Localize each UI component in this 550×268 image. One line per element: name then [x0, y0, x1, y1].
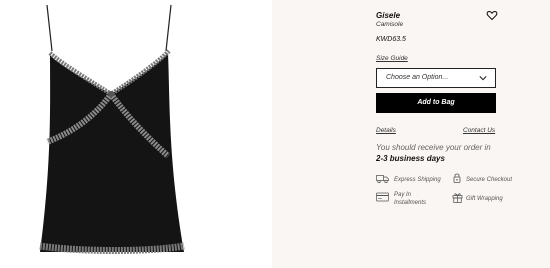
express-shipping-label: Express Shipping — [394, 177, 441, 183]
contact-us-link[interactable]: Contact Us — [463, 127, 495, 134]
pay-label-line2: Installments — [394, 200, 427, 206]
product-image-panel — [0, 0, 272, 268]
delivery-time: 2-3 business days — [376, 154, 445, 163]
secure-checkout-label: Secure Checkout — [466, 177, 513, 183]
product-price: KWD63.5 — [376, 36, 406, 43]
product-type: Camisole — [376, 21, 404, 28]
pay-in-installments-label: Pay In Installments — [394, 191, 426, 207]
product-info-panel: Gisele Camisole KWD63.5 Size Guide Choos… — [272, 0, 550, 268]
option-select[interactable]: Choose an Option... — [376, 68, 496, 88]
truck-icon — [376, 175, 389, 184]
pay-label-line1: Pay In — [394, 192, 412, 198]
lock-icon — [453, 173, 461, 183]
credit-card-icon — [376, 192, 389, 202]
delivery-text: You should receive your order in — [376, 143, 491, 152]
size-guide-link[interactable]: Size Guide — [376, 55, 408, 62]
gift-wrapping-label: Gift Wrapping — [466, 196, 503, 202]
option-select-value: Choose an Option... — [386, 74, 449, 81]
product-name: Gisele — [376, 11, 401, 20]
gift-icon — [452, 193, 463, 203]
add-to-bag-button[interactable]: Add to Bag — [376, 93, 496, 113]
details-link[interactable]: Details — [376, 127, 396, 134]
product-image — [39, 4, 185, 254]
chevron-down-icon — [479, 76, 487, 81]
heart-icon[interactable] — [486, 9, 498, 21]
